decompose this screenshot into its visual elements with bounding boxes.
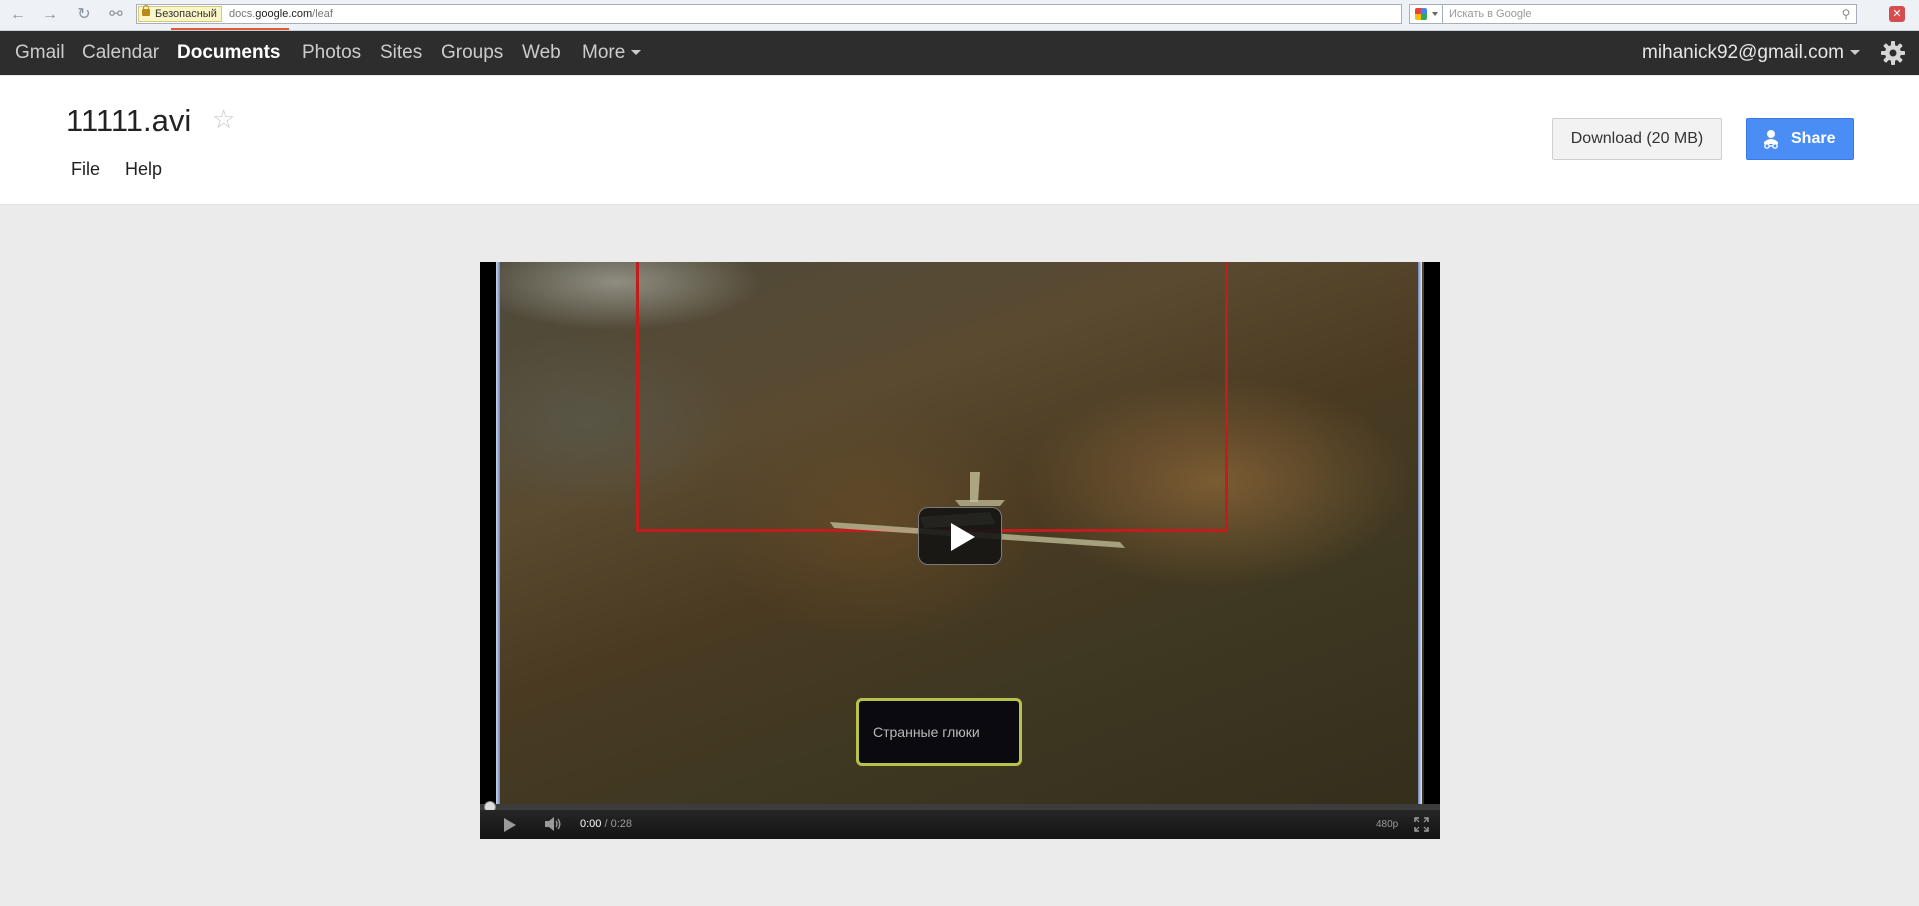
video-edge-left (496, 262, 500, 804)
time-display: 0:00 / 0:28 (580, 810, 632, 839)
menu-file[interactable]: File (71, 159, 100, 180)
share-button[interactable]: Share (1746, 118, 1854, 160)
document-header: 11111.avi ☆ File Help Download (20 MB) S… (0, 76, 1919, 205)
security-badge[interactable]: Безопасный (138, 5, 222, 22)
chevron-down-icon (631, 50, 642, 56)
browser-toolbar: ← → ↻ ⚯ Безопасный docs.google.com/leaf … (0, 0, 1919, 31)
url-domain: google.com (255, 8, 313, 20)
account-email: mihanick92@gmail.com (1642, 42, 1844, 63)
gbar-documents[interactable]: Documents (177, 31, 280, 75)
gear-icon[interactable] (1880, 40, 1906, 66)
back-icon[interactable]: ← (8, 5, 28, 25)
search-icon[interactable]: ⚲ (1838, 6, 1854, 22)
stop-icon[interactable]: ✕ (1889, 6, 1905, 22)
key-icon[interactable]: ⚯ (104, 5, 128, 25)
video-caption-box: Странные глюки (856, 698, 1022, 766)
star-icon[interactable]: ☆ (212, 104, 235, 135)
big-play-button[interactable] (918, 507, 1002, 565)
google-logo-icon (1415, 8, 1427, 20)
gbar-more[interactable]: More (582, 31, 642, 75)
reload-icon[interactable]: ↻ (74, 5, 94, 25)
video-player[interactable]: Странные глюки 0:00 / 0:28 480p (480, 262, 1440, 839)
time-separator: / (601, 818, 611, 830)
url-text[interactable]: docs.google.com/leaf (229, 5, 333, 23)
share-people-icon (1764, 130, 1778, 149)
gbar-calendar[interactable]: Calendar (82, 31, 159, 75)
lock-icon (142, 5, 150, 16)
share-label: Share (1791, 130, 1836, 147)
gbar-groups[interactable]: Groups (441, 31, 503, 75)
gbar-web[interactable]: Web (522, 31, 561, 75)
player-controls: 0:00 / 0:28 480p (480, 810, 1440, 839)
gbar-sites[interactable]: Sites (380, 31, 422, 75)
menu-help[interactable]: Help (125, 159, 162, 180)
video-caption: Странные глюки (873, 724, 980, 740)
gbar-more-label: More (582, 42, 626, 63)
browser-search-input[interactable]: Искать в Google ⚲ (1443, 4, 1857, 24)
forward-icon[interactable]: → (40, 5, 60, 25)
gbar-gmail[interactable]: Gmail (15, 31, 65, 75)
gbar-photos[interactable]: Photos (302, 31, 361, 75)
url-prefix: docs. (229, 8, 256, 20)
url-path: /leaf (312, 8, 333, 20)
video-edge-right (1418, 262, 1422, 804)
security-label: Безопасный (155, 8, 217, 20)
duration: 0:28 (610, 818, 633, 830)
search-engine-selector[interactable] (1409, 4, 1443, 24)
chevron-down-icon (1849, 50, 1860, 56)
address-bar[interactable]: Безопасный docs.google.com/leaf (136, 4, 1402, 24)
quality-button[interactable]: 480p (1376, 810, 1398, 839)
fullscreen-icon[interactable] (1414, 817, 1429, 832)
download-button[interactable]: Download (20 MB) (1552, 118, 1722, 160)
volume-icon[interactable] (544, 816, 562, 832)
search-placeholder: Искать в Google (1449, 8, 1532, 20)
account-menu[interactable]: mihanick92@gmail.com (1642, 31, 1860, 75)
google-bar: Gmail Calendar Documents Photos Sites Gr… (0, 31, 1919, 75)
url-loading-indicator (171, 28, 289, 30)
current-time: 0:00 (580, 818, 602, 830)
chevron-down-icon (1432, 12, 1438, 16)
play-icon[interactable] (504, 818, 516, 832)
document-title[interactable]: 11111.avi (66, 103, 191, 139)
